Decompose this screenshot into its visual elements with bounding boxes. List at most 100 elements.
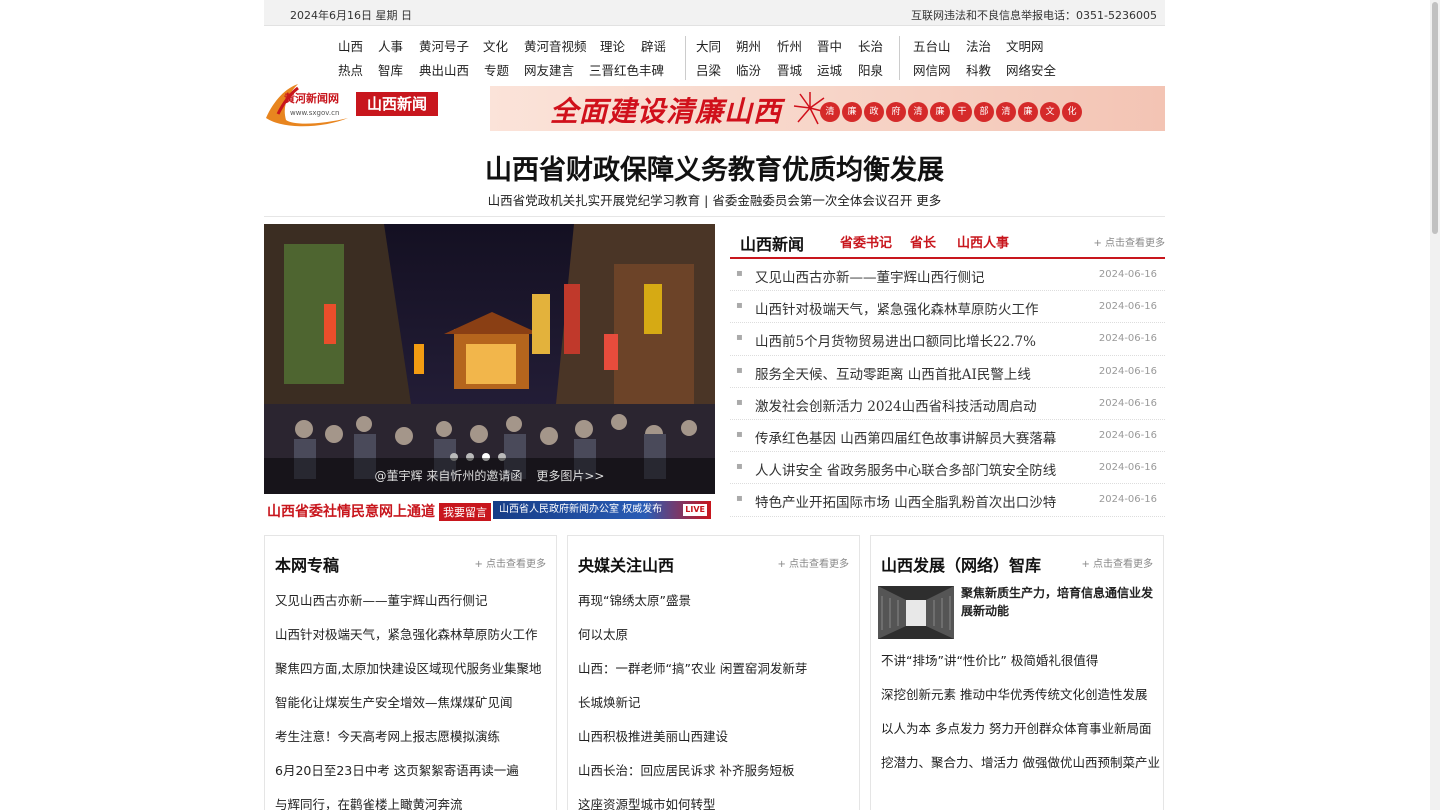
public-opinion-promo[interactable]: 山西省委社情民意网上通道 我要留言 (267, 501, 491, 521)
server-room-image (878, 586, 954, 639)
news-item-title[interactable]: 激发社会创新活力 2024山西省科技活动周启动 (755, 395, 1037, 415)
leave-message-button[interactable]: 我要留言 (439, 503, 491, 521)
tab-secretary[interactable]: 省委书记 (840, 232, 892, 251)
nav-divider (685, 36, 686, 80)
column-heading[interactable]: 央媒关注山西 (578, 552, 674, 576)
nav-link[interactable]: 大同 (696, 36, 721, 55)
nav-link[interactable]: 网络安全 (1006, 60, 1056, 79)
nav-link[interactable]: 黄河音视频 (524, 36, 587, 55)
nav-link[interactable]: 智库 (378, 60, 403, 79)
server-room-thumbnail[interactable] (878, 586, 954, 639)
list-item[interactable]: 6月20日至23日中考 这页絮絮寄语再读一遍 (275, 760, 541, 794)
clean-governance-banner[interactable]: 全面建设清廉山西 清廉政府清廉干部清廉文化 (490, 86, 1165, 131)
nav-link[interactable]: 专题 (484, 60, 509, 79)
news-item[interactable]: ▪ 传承红色基因 山西第四届红色故事讲解员大赛落幕 2024-06-16 (730, 420, 1165, 453)
news-item-title[interactable]: 特色产业开拓国际市场 山西全脂乳粉首次出口沙特 (755, 491, 1056, 511)
news-item-title[interactable]: 山西前5个月货物贸易进出口额同比增长22.7% (755, 330, 1036, 350)
column-more-link[interactable]: + 点击查看更多 (474, 555, 546, 570)
news-item-title[interactable]: 山西针对极端天气，紧急强化森林草原防火工作 (755, 298, 1039, 318)
news-item-date: 2024-06-16 (1098, 269, 1157, 280)
nav-link[interactable]: 辟谣 (641, 36, 666, 55)
list-item[interactable]: 聚焦四方面,太原加快建设区域现代服务业集聚地 (275, 658, 541, 692)
nav-link[interactable]: 山西 (338, 36, 363, 55)
list-item[interactable]: 山西积极推进美丽山西建设 (578, 726, 807, 760)
column-heading[interactable]: 山西发展（网络）智库 (881, 552, 1041, 576)
nav-link[interactable]: 网信网 (913, 60, 951, 79)
nav-link[interactable]: 科教 (966, 60, 991, 79)
news-more-link[interactable]: + 点击查看更多 (1093, 234, 1165, 249)
nav-link[interactable]: 文化 (483, 36, 508, 55)
nav-link[interactable]: 法治 (966, 36, 991, 55)
photo-caption[interactable]: @董宇辉 来自忻州的邀请函 (375, 469, 523, 483)
nav-link[interactable]: 人事 (378, 36, 403, 55)
list-item[interactable]: 与辉同行，在鹳雀楼上瞰黄河奔流 (275, 794, 541, 810)
list-item[interactable]: 山西针对极端天气，紧急强化森林草原防火工作 (275, 624, 541, 658)
nav-link[interactable]: 典出山西 (419, 60, 469, 79)
nav-link[interactable]: 长治 (858, 36, 883, 55)
banner-circle: 清 (996, 102, 1016, 122)
list-item[interactable]: 智能化让煤炭生产安全增效—焦煤煤矿见闻 (275, 692, 541, 726)
news-item[interactable]: ▪ 又见山西古亦新——董宇辉山西行侧记 2024-06-16 (730, 259, 1165, 292)
nav-link[interactable]: 阳泉 (858, 60, 883, 79)
banner-circle: 廉 (930, 102, 950, 122)
tab-personnel[interactable]: 山西人事 (957, 232, 1009, 251)
page-scrollbar[interactable] (1430, 0, 1440, 810)
nav-link[interactable]: 黄河号子 (419, 36, 469, 55)
featured-photo-carousel[interactable]: @董宇辉 来自忻州的邀请函 更多图片>> (264, 224, 715, 494)
nav-link[interactable]: 运城 (817, 60, 842, 79)
government-press-promo[interactable]: 山西省人民政府新闻办公室 权威发布 LIVE (493, 501, 711, 519)
news-item-title[interactable]: 传承红色基因 山西第四届红色故事讲解员大赛落幕 (755, 427, 1056, 447)
list-item[interactable]: 考生注意！今天高考网上报志愿模拟演练 (275, 726, 541, 760)
nav-link[interactable]: 理论 (600, 36, 625, 55)
nav-link[interactable]: 晋中 (817, 36, 842, 55)
column-more-link[interactable]: + 点击查看更多 (1081, 555, 1153, 570)
nav-link[interactable]: 临汾 (736, 60, 761, 79)
site-logo[interactable]: 黄河新闻网 www.sxgov.cn 山西新闻 (264, 80, 440, 128)
list-item[interactable]: 山西：一群老师“搞”农业 闲置窑洞发新芽 (578, 658, 807, 692)
list-item[interactable]: 这座资源型城市如何转型 (578, 794, 807, 810)
list-item[interactable]: 长城焕新记 (578, 692, 807, 726)
news-item[interactable]: ▪ 山西前5个月货物贸易进出口额同比增长22.7% 2024-06-16 (730, 323, 1165, 356)
news-item-title[interactable]: 又见山西古亦新——董宇辉山西行侧记 (755, 266, 985, 286)
list-item[interactable]: 山西长治：回应居民诉求 补齐服务短板 (578, 760, 807, 794)
nav-link[interactable]: 五台山 (913, 36, 951, 55)
sub-headline[interactable]: 山西省党政机关扎实开展党纪学习教育 | 省委金融委员会第一次全体会议召开 更多 (264, 190, 1165, 209)
list-item[interactable]: 又见山西古亦新——董宇辉山西行侧记 (275, 590, 541, 624)
banner-circle: 清 (820, 102, 840, 122)
list-item[interactable]: 挖潜力、聚合力、增活力 做强做优山西预制菜产业 (881, 752, 1160, 786)
news-item[interactable]: ▪ 特色产业开拓国际市场 山西全脂乳粉首次出口沙特 2024-06-16 (730, 484, 1165, 517)
nav-link[interactable]: 热点 (338, 60, 363, 79)
list-item[interactable]: 再现“锦绣太原”盛景 (578, 590, 807, 624)
news-item-date: 2024-06-16 (1098, 494, 1157, 506)
nav-link[interactable]: 晋城 (777, 60, 802, 79)
more-photos-link[interactable]: 更多图片>> (536, 469, 604, 483)
banner-circle: 化 (1062, 102, 1082, 122)
news-item[interactable]: ▪ 服务全天候、互动零距离 山西首批AI民警上线 2024-06-16 (730, 356, 1165, 388)
column-more-link[interactable]: + 点击查看更多 (777, 555, 849, 570)
tab-governor[interactable]: 省长 (910, 232, 936, 251)
banner-circle: 府 (886, 102, 906, 122)
news-item[interactable]: ▪ 人人讲安全 省政务服务中心联合多部门筑安全防线 2024-06-16 (730, 452, 1165, 485)
nav-link[interactable]: 朔州 (736, 36, 761, 55)
nav-link[interactable]: 网友建言 (524, 60, 574, 79)
column-heading[interactable]: 本网专稿 (275, 552, 339, 576)
nav-link[interactable]: 忻州 (777, 36, 802, 55)
top-headline[interactable]: 山西省财政保障义务教育优质均衡发展 (264, 148, 1165, 187)
news-heading[interactable]: 山西新闻 (740, 231, 804, 255)
list-item[interactable]: 不讲“排场”讲“性价比” 极简婚礼很值得 (881, 650, 1160, 684)
nav-link[interactable]: 三晋红色丰碑 (589, 60, 664, 79)
news-item-title[interactable]: 服务全天候、互动零距离 山西首批AI民警上线 (755, 363, 1031, 383)
banner-circle: 廉 (1018, 102, 1038, 122)
feature-article-title[interactable]: 聚焦新质生产力，培育信息通信业发展新动能 (961, 584, 1161, 620)
nav-link[interactable]: 吕梁 (696, 60, 721, 79)
list-item[interactable]: 深挖创新元素 推动中华优秀传统文化创造性发展 (881, 684, 1160, 718)
nav-link[interactable]: 文明网 (1006, 36, 1044, 55)
news-item[interactable]: ▪ 山西针对极端天气，紧急强化森林草原防火工作 2024-06-16 (730, 291, 1165, 324)
news-item[interactable]: ▪ 激发社会创新活力 2024山西省科技活动周启动 2024-06-16 (730, 388, 1165, 420)
news-item-date: 2024-06-16 (1098, 397, 1157, 409)
list-item[interactable]: 何以太原 (578, 624, 807, 658)
banner-circle: 干 (952, 102, 972, 122)
news-item-title[interactable]: 人人讲安全 省政务服务中心联合多部门筑安全防线 (755, 459, 1056, 479)
scrollbar-thumb[interactable] (1432, 2, 1438, 234)
list-item[interactable]: 以人为本 多点发力 努力开创群众体育事业新局面 (881, 718, 1160, 752)
